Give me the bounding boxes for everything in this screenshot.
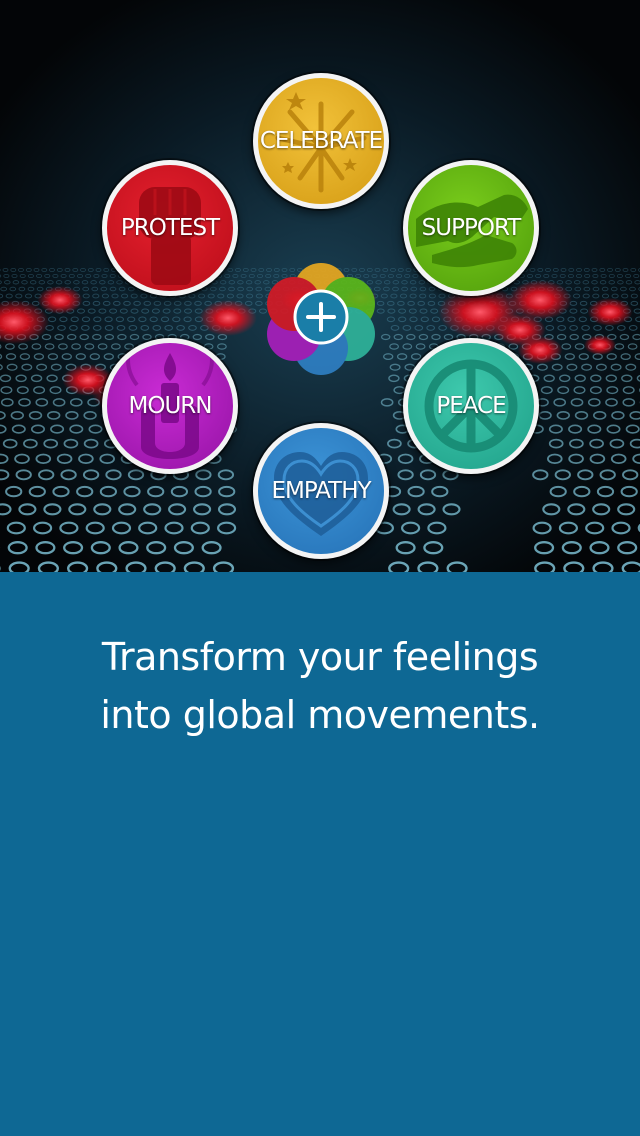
tagline: Transform your feelings into global move… [0,628,640,744]
peace-label: PEACE [436,393,506,419]
mourn-button[interactable]: MOURN [102,338,238,474]
mourn-label: MOURN [128,393,213,419]
support-button[interactable]: SUPPORT [403,160,539,296]
empathy-button[interactable]: EMPATHY [253,423,389,559]
onboarding-screen: CELEBRATE PROTEST SUPPORT MOURN PEACE EM… [0,0,640,1136]
protest-button[interactable]: PROTEST [102,160,238,296]
tagline-line-2: into global movements. [100,693,540,737]
hero-world-map: CELEBRATE PROTEST SUPPORT MOURN PEACE EM… [0,0,640,572]
celebrate-label: CELEBRATE [259,128,383,154]
empathy-label: EMPATHY [271,478,371,504]
peace-button[interactable]: PEACE [403,338,539,474]
celebrate-button[interactable]: CELEBRATE [253,73,389,209]
protest-label: PROTEST [120,215,220,241]
add-feeling-button[interactable] [264,258,378,376]
tagline-line-1: Transform your feelings [101,635,539,679]
support-label: SUPPORT [421,215,522,241]
